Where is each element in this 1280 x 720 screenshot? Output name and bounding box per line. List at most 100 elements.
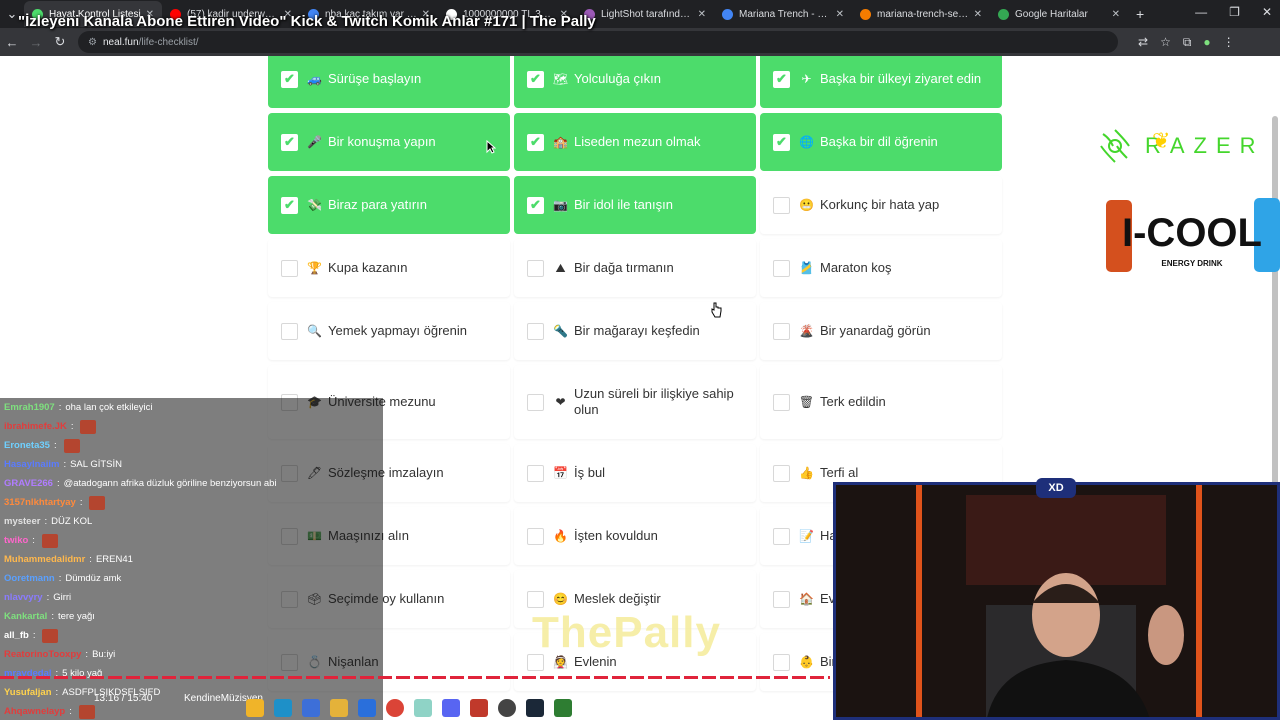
checkbox[interactable]: [773, 196, 790, 214]
taskbar-discord-icon[interactable]: [442, 699, 460, 717]
taskbar-steam-icon[interactable]: [526, 699, 544, 717]
checklist-item[interactable]: ✔ 📷 Bir idol ile tanışın: [514, 176, 756, 234]
checklist-item[interactable]: ✔ 💸 Biraz para yatırın: [268, 176, 510, 234]
checkbox-checked-icon[interactable]: ✔: [527, 70, 544, 88]
checklist-item[interactable]: ✔ 🌐 Başka bir dil öğrenin: [760, 113, 1002, 171]
site-info-icon[interactable]: ⚙: [88, 37, 97, 48]
checkbox[interactable]: [527, 590, 544, 608]
checkbox[interactable]: [773, 527, 790, 545]
checkbox-checked-icon[interactable]: ✔: [281, 196, 298, 214]
chat-username[interactable]: 3157nlkhtartyay: [4, 497, 76, 508]
checklist-item[interactable]: 🌋 Bir yanardağ görün: [760, 302, 1002, 360]
menu-icon[interactable]: ⋮: [1223, 35, 1235, 50]
forward-icon[interactable]: →: [24, 35, 48, 50]
chat-username[interactable]: Yusufaljan: [4, 687, 52, 698]
tab-close-icon[interactable]: ✕: [698, 9, 706, 20]
checklist-item[interactable]: 🗑 Terk edildin: [760, 365, 1002, 439]
razer-ad[interactable]: RAZER: [1095, 126, 1265, 166]
checkbox-checked-icon[interactable]: ✔: [773, 70, 790, 88]
checkbox[interactable]: [527, 464, 544, 482]
bookmark-star-icon[interactable]: ☆: [1160, 35, 1171, 50]
browser-tab[interactable]: mariana-trench-sea-illust ✕: [852, 1, 990, 27]
checkbox[interactable]: [773, 393, 790, 411]
checkbox[interactable]: [281, 322, 298, 340]
chat-username[interactable]: Ahqawnelayp: [4, 706, 65, 717]
checkbox[interactable]: [527, 393, 544, 411]
tab-close-icon[interactable]: ✕: [1112, 9, 1120, 20]
chat-username[interactable]: Ooretmann: [4, 573, 55, 584]
checklist-item[interactable]: ✔ 🗺 Yolculuğa çıkın: [514, 56, 756, 108]
chat-username[interactable]: Eroneta35: [4, 440, 50, 451]
checklist-item[interactable]: ✔ 🏫 Liseden mezun olmak: [514, 113, 756, 171]
address-bar[interactable]: ⚙ neal.fun /life-checklist/: [78, 31, 1118, 53]
taskbar-obs-icon[interactable]: [498, 699, 516, 717]
checklist-item[interactable]: 😬 Korkunç bir hata yap: [760, 176, 1002, 234]
checkbox-checked-icon[interactable]: ✔: [281, 70, 298, 88]
translate-icon[interactable]: ⇄: [1138, 35, 1148, 50]
taskbar-folder-icon[interactable]: [246, 699, 264, 717]
chat-message: GRAVE266: @atadogann afrika düzluk görili…: [0, 474, 383, 493]
taskbar-chrome-icon[interactable]: [386, 699, 404, 717]
checklist-item[interactable]: ❤ Uzun süreli bir ilişkiye sahip olun: [514, 365, 756, 439]
taskbar-app-icon[interactable]: [554, 699, 572, 717]
checklist-item[interactable]: 🏆 Kupa kazanın: [268, 239, 510, 297]
hand-cursor-icon: [711, 302, 722, 318]
minimize-icon[interactable]: —: [1195, 5, 1207, 19]
chat-username[interactable]: nlavvyry: [4, 592, 43, 603]
taskbar-outlook-icon[interactable]: [358, 699, 376, 717]
chat-username[interactable]: Hasaylnaiim: [4, 459, 59, 470]
video-progress-bar[interactable]: [0, 676, 830, 679]
taskbar-notes-icon[interactable]: [414, 699, 432, 717]
chat-username[interactable]: ibrahimefe.JK: [4, 421, 67, 432]
checkbox[interactable]: [527, 527, 544, 545]
checkbox[interactable]: [773, 322, 790, 340]
browser-tab[interactable]: Google Haritalar ✕: [990, 1, 1128, 27]
profile-icon[interactable]: ●: [1203, 35, 1210, 50]
checkbox[interactable]: [773, 653, 790, 671]
taskbar-store-icon[interactable]: [302, 699, 320, 717]
checkbox[interactable]: [527, 322, 544, 340]
chat-username[interactable]: Emrah1907: [4, 402, 55, 413]
checkbox[interactable]: [527, 259, 544, 277]
checklist-item[interactable]: ✔ 🎤 Bir konuşma yapın: [268, 113, 510, 171]
reload-icon[interactable]: ↻: [48, 34, 72, 50]
checklist-item[interactable]: ⛰ Bir dağa tırmanın: [514, 239, 756, 297]
checkbox[interactable]: [773, 464, 790, 482]
checklist-item[interactable]: ✔ 🚙 Sürüşe başlayın: [268, 56, 510, 108]
taskbar-explorer-icon[interactable]: [330, 699, 348, 717]
checklist-item[interactable]: 🔥 İşten kovuldun: [514, 507, 756, 565]
checkbox[interactable]: [281, 259, 298, 277]
checkbox[interactable]: [773, 259, 790, 277]
chat-username[interactable]: Kankartal: [4, 611, 47, 622]
tab-close-icon[interactable]: ✕: [974, 9, 982, 20]
close-window-icon[interactable]: ✕: [1262, 5, 1272, 19]
checkbox-checked-icon[interactable]: ✔: [281, 133, 298, 151]
checklist-item[interactable]: 🎽 Maraton koş: [760, 239, 1002, 297]
checkbox-checked-icon[interactable]: ✔: [527, 133, 544, 151]
chat-username[interactable]: ReatorinoTooxpy: [4, 649, 81, 660]
back-icon[interactable]: ←: [0, 35, 24, 50]
checklist-item[interactable]: 📅 İş bul: [514, 444, 756, 502]
extensions-icon[interactable]: ⧉: [1183, 35, 1192, 50]
checklist-item-label: Maraton koş: [820, 260, 892, 275]
chat-username[interactable]: all_fb: [4, 630, 29, 641]
tab-close-icon[interactable]: ✕: [836, 9, 844, 20]
chat-username[interactable]: GRAVE266: [4, 478, 53, 489]
browser-tab[interactable]: LightShot tarafından Ekra ✕: [576, 1, 714, 27]
chat-username[interactable]: Muhammedalidmr: [4, 554, 85, 565]
page-scrollbar[interactable]: [1272, 116, 1278, 496]
taskbar-stream-icon[interactable]: [470, 699, 488, 717]
taskbar-edge-icon[interactable]: [274, 699, 292, 717]
new-tab-button[interactable]: +: [1128, 6, 1152, 22]
checklist-item[interactable]: 🔍 Yemek yapmayı öğrenin: [268, 302, 510, 360]
checkbox[interactable]: [773, 590, 790, 608]
icool-energy-drink-ad[interactable]: I-COOL ENERGY DRINK: [1104, 196, 1280, 274]
checkbox-checked-icon[interactable]: ✔: [773, 133, 790, 151]
checkbox-checked-icon[interactable]: ✔: [527, 196, 544, 214]
browser-tab[interactable]: Mariana Trench - Google ✕: [714, 1, 852, 27]
tab-label: Google Haritalar: [1015, 8, 1088, 20]
chat-username[interactable]: twiko: [4, 535, 28, 546]
checklist-item[interactable]: ✔ ✈ Başka bir ülkeyi ziyaret edin: [760, 56, 1002, 108]
chat-username[interactable]: mysteer: [4, 516, 40, 527]
maximize-icon[interactable]: ❐: [1229, 5, 1240, 19]
